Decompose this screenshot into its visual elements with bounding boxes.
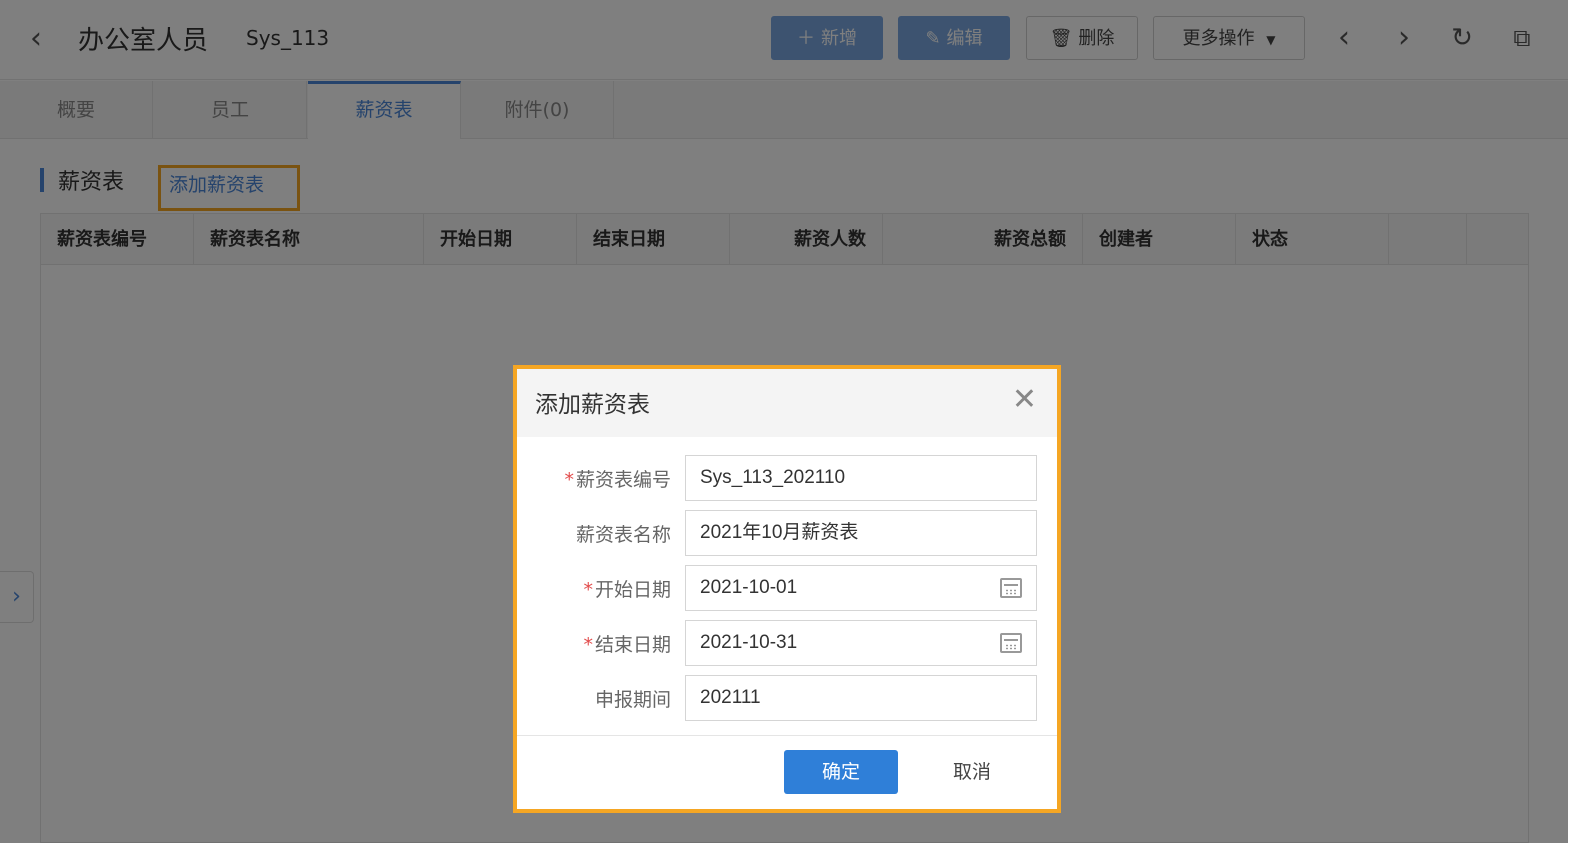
start-date-value: 2021-10-01 — [700, 577, 798, 598]
dialog-footer: 确定 取消 — [517, 735, 1057, 809]
end-date-input[interactable]: 2021-10-31 — [685, 620, 1037, 666]
declaration-period-input[interactable]: 202111 — [685, 675, 1037, 721]
payroll-number-input[interactable]: Sys_113_202110 — [685, 455, 1037, 501]
start-date-input[interactable]: 2021-10-01 — [685, 565, 1037, 611]
field-label-start-date: * 开始日期 — [583, 579, 671, 601]
calendar-icon[interactable] — [1000, 633, 1022, 653]
end-date-value: 2021-10-31 — [700, 632, 798, 653]
field-row-period: 申报期间 202111 — [517, 675, 1057, 721]
payroll-name-input[interactable]: 2021年10月薪资表 — [685, 510, 1037, 556]
add-payroll-dialog: 添加薪资表 ✕ * 薪资表编号 Sys_113_202110 薪资表名称 2021… — [513, 365, 1061, 813]
dialog-title: 添加薪资表 — [535, 392, 650, 418]
field-label-end-date: * 结束日期 — [583, 634, 671, 656]
field-label-number: * 薪资表编号 — [564, 469, 671, 491]
required-marker: * — [564, 469, 574, 491]
field-row-number: * 薪资表编号 Sys_113_202110 — [517, 455, 1057, 501]
required-marker: * — [583, 579, 593, 601]
field-row-start-date: * 开始日期 2021-10-01 — [517, 565, 1057, 611]
dialog-header: 添加薪资表 ✕ — [517, 369, 1057, 437]
confirm-button[interactable]: 确定 — [784, 750, 898, 794]
field-label-name: 薪资表名称 — [575, 524, 671, 546]
field-row-end-date: * 结束日期 2021-10-31 — [517, 620, 1057, 666]
required-marker: * — [583, 634, 593, 656]
field-label-period: 申报期间 — [594, 689, 671, 711]
calendar-icon[interactable] — [1000, 578, 1022, 598]
field-row-name: 薪资表名称 2021年10月薪资表 — [517, 510, 1057, 556]
cancel-button[interactable]: 取消 — [919, 750, 1025, 794]
close-icon[interactable]: ✕ — [1012, 383, 1037, 417]
